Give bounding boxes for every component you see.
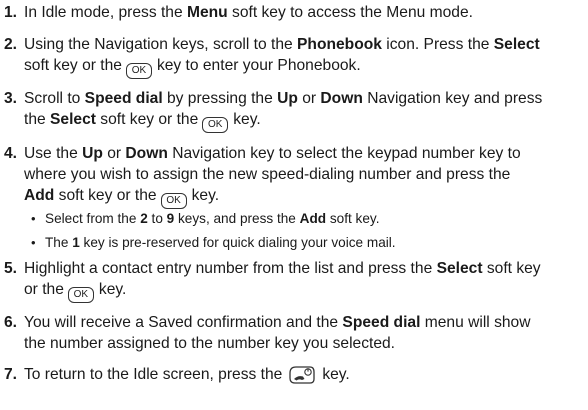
sub-bullet-text: The 1 key is pre-reserved for quick dial… <box>45 233 396 252</box>
step-number: 3. <box>4 90 18 107</box>
step-line: the number assigned to the number key yo… <box>24 335 396 352</box>
step-text: In Idle mode, press the Menu soft key to… <box>24 2 584 23</box>
step-text: You will receive a Saved confirmation an… <box>24 312 584 354</box>
bold-term: Menu <box>186 4 228 21</box>
text-run: by pressing the <box>162 90 278 107</box>
step-line: or the OK key. <box>24 279 584 303</box>
bullet-icon: • <box>31 235 36 250</box>
text-run: Select from the <box>45 211 141 226</box>
step-line: In Idle mode, press the Menu soft key to… <box>24 2 584 23</box>
text-run: Scroll to <box>24 90 85 107</box>
text-run: soft key to access the Menu mode. <box>227 4 473 21</box>
bold-term: Down <box>320 90 363 107</box>
text-run: or the <box>24 281 64 298</box>
text-run: soft key or the <box>95 111 199 128</box>
step-line: Highlight a contact entry number from th… <box>24 258 584 279</box>
step-text: Use the Up or Down Navigation key to sel… <box>24 143 584 209</box>
instruction-list: 1. In Idle mode, press the Menu soft key… <box>0 0 588 410</box>
text-run: key is pre-reserved for quick dialing yo… <box>79 235 396 250</box>
step-number: 2. <box>4 36 18 53</box>
text-run: soft key or the <box>24 57 122 74</box>
step-line: soft key or the OK key to enter your Phone… <box>24 55 584 79</box>
ok-key-icon: OK <box>160 193 187 209</box>
text-run: key. <box>98 281 127 298</box>
bold-term: Select <box>50 111 96 128</box>
bold-term: Up <box>82 145 103 162</box>
text-run: key. <box>322 366 350 383</box>
text-run: Using the Navigation keys, scroll to the <box>24 36 298 53</box>
ok-key-icon: OK <box>202 117 229 133</box>
step-line: To return to the Idle screen, press the … <box>24 364 584 386</box>
sub-bullet-text: Select from the 2 to 9 keys, and press t… <box>45 209 379 228</box>
text-run: Navigation key to select the keypad numb… <box>167 145 521 162</box>
step-line: Scroll to Speed dial by pressing the Up … <box>24 88 584 109</box>
text-run: key. <box>233 111 261 128</box>
bold-term: Speed dial <box>84 90 163 107</box>
text-run: the <box>24 111 51 128</box>
text-run: To return to the Idle screen, press the <box>24 366 283 383</box>
step-number: 6. <box>4 314 18 331</box>
bold-term: Select <box>436 260 483 277</box>
bold-term: Up <box>277 90 298 107</box>
bold-term: Add <box>299 211 327 226</box>
bold-term: Add <box>24 187 55 204</box>
text-run: soft key <box>482 260 541 277</box>
bold-term: 1 <box>72 235 80 250</box>
text-run: Highlight a contact entry number from th… <box>24 260 437 277</box>
text-run: or <box>102 145 126 162</box>
bold-term: 2 <box>140 211 148 226</box>
end-power-key-icon <box>289 366 315 384</box>
text-run: soft key or the <box>54 187 157 204</box>
bullet-icon: • <box>31 211 36 226</box>
bold-term: Phonebook <box>297 36 382 53</box>
text-run: menu will show <box>420 314 531 331</box>
step-text: To return to the Idle screen, press the … <box>24 364 584 386</box>
text-run: Use the <box>24 145 83 162</box>
text-run: key. <box>191 187 220 204</box>
step-text: Scroll to Speed dial by pressing the Up … <box>24 88 584 133</box>
text-run: You will receive a Saved confirmation an… <box>24 314 343 331</box>
step-line: Using the Navigation keys, scroll to the… <box>24 34 584 55</box>
step-number: 7. <box>4 366 18 383</box>
step-number: 1. <box>4 4 18 21</box>
step-line: Add soft key or the OK key. <box>24 185 584 209</box>
step-text: Using the Navigation keys, scroll to the… <box>24 34 584 79</box>
text-run: soft key. <box>326 211 380 226</box>
text-run: or <box>297 90 321 107</box>
text-run: keys, and press the <box>174 211 300 226</box>
text-run: In Idle mode, press the <box>24 4 187 21</box>
step-line: where you wish to assign the new speed-d… <box>24 166 511 183</box>
step-line: You will receive a Saved confirmation an… <box>24 312 584 333</box>
text-run: icon. Press the <box>381 36 494 53</box>
text-run: The <box>45 235 73 250</box>
text-run: Navigation key and press <box>362 90 543 107</box>
ok-key-icon: OK <box>125 63 152 79</box>
text-run: key to enter your Phonebook. <box>156 57 361 74</box>
step-line: the Select soft key or the OK key. <box>24 109 584 133</box>
bold-term: Down <box>125 145 168 162</box>
bold-term: Select <box>493 36 540 53</box>
text-run: to <box>147 211 167 226</box>
step-number: 4. <box>4 145 18 162</box>
step-number: 5. <box>4 260 18 277</box>
ok-key-icon: OK <box>67 287 94 303</box>
bold-term: Speed dial <box>342 314 421 331</box>
step-text: Highlight a contact entry number from th… <box>24 258 584 303</box>
step-line: Use the Up or Down Navigation key to sel… <box>24 143 584 164</box>
